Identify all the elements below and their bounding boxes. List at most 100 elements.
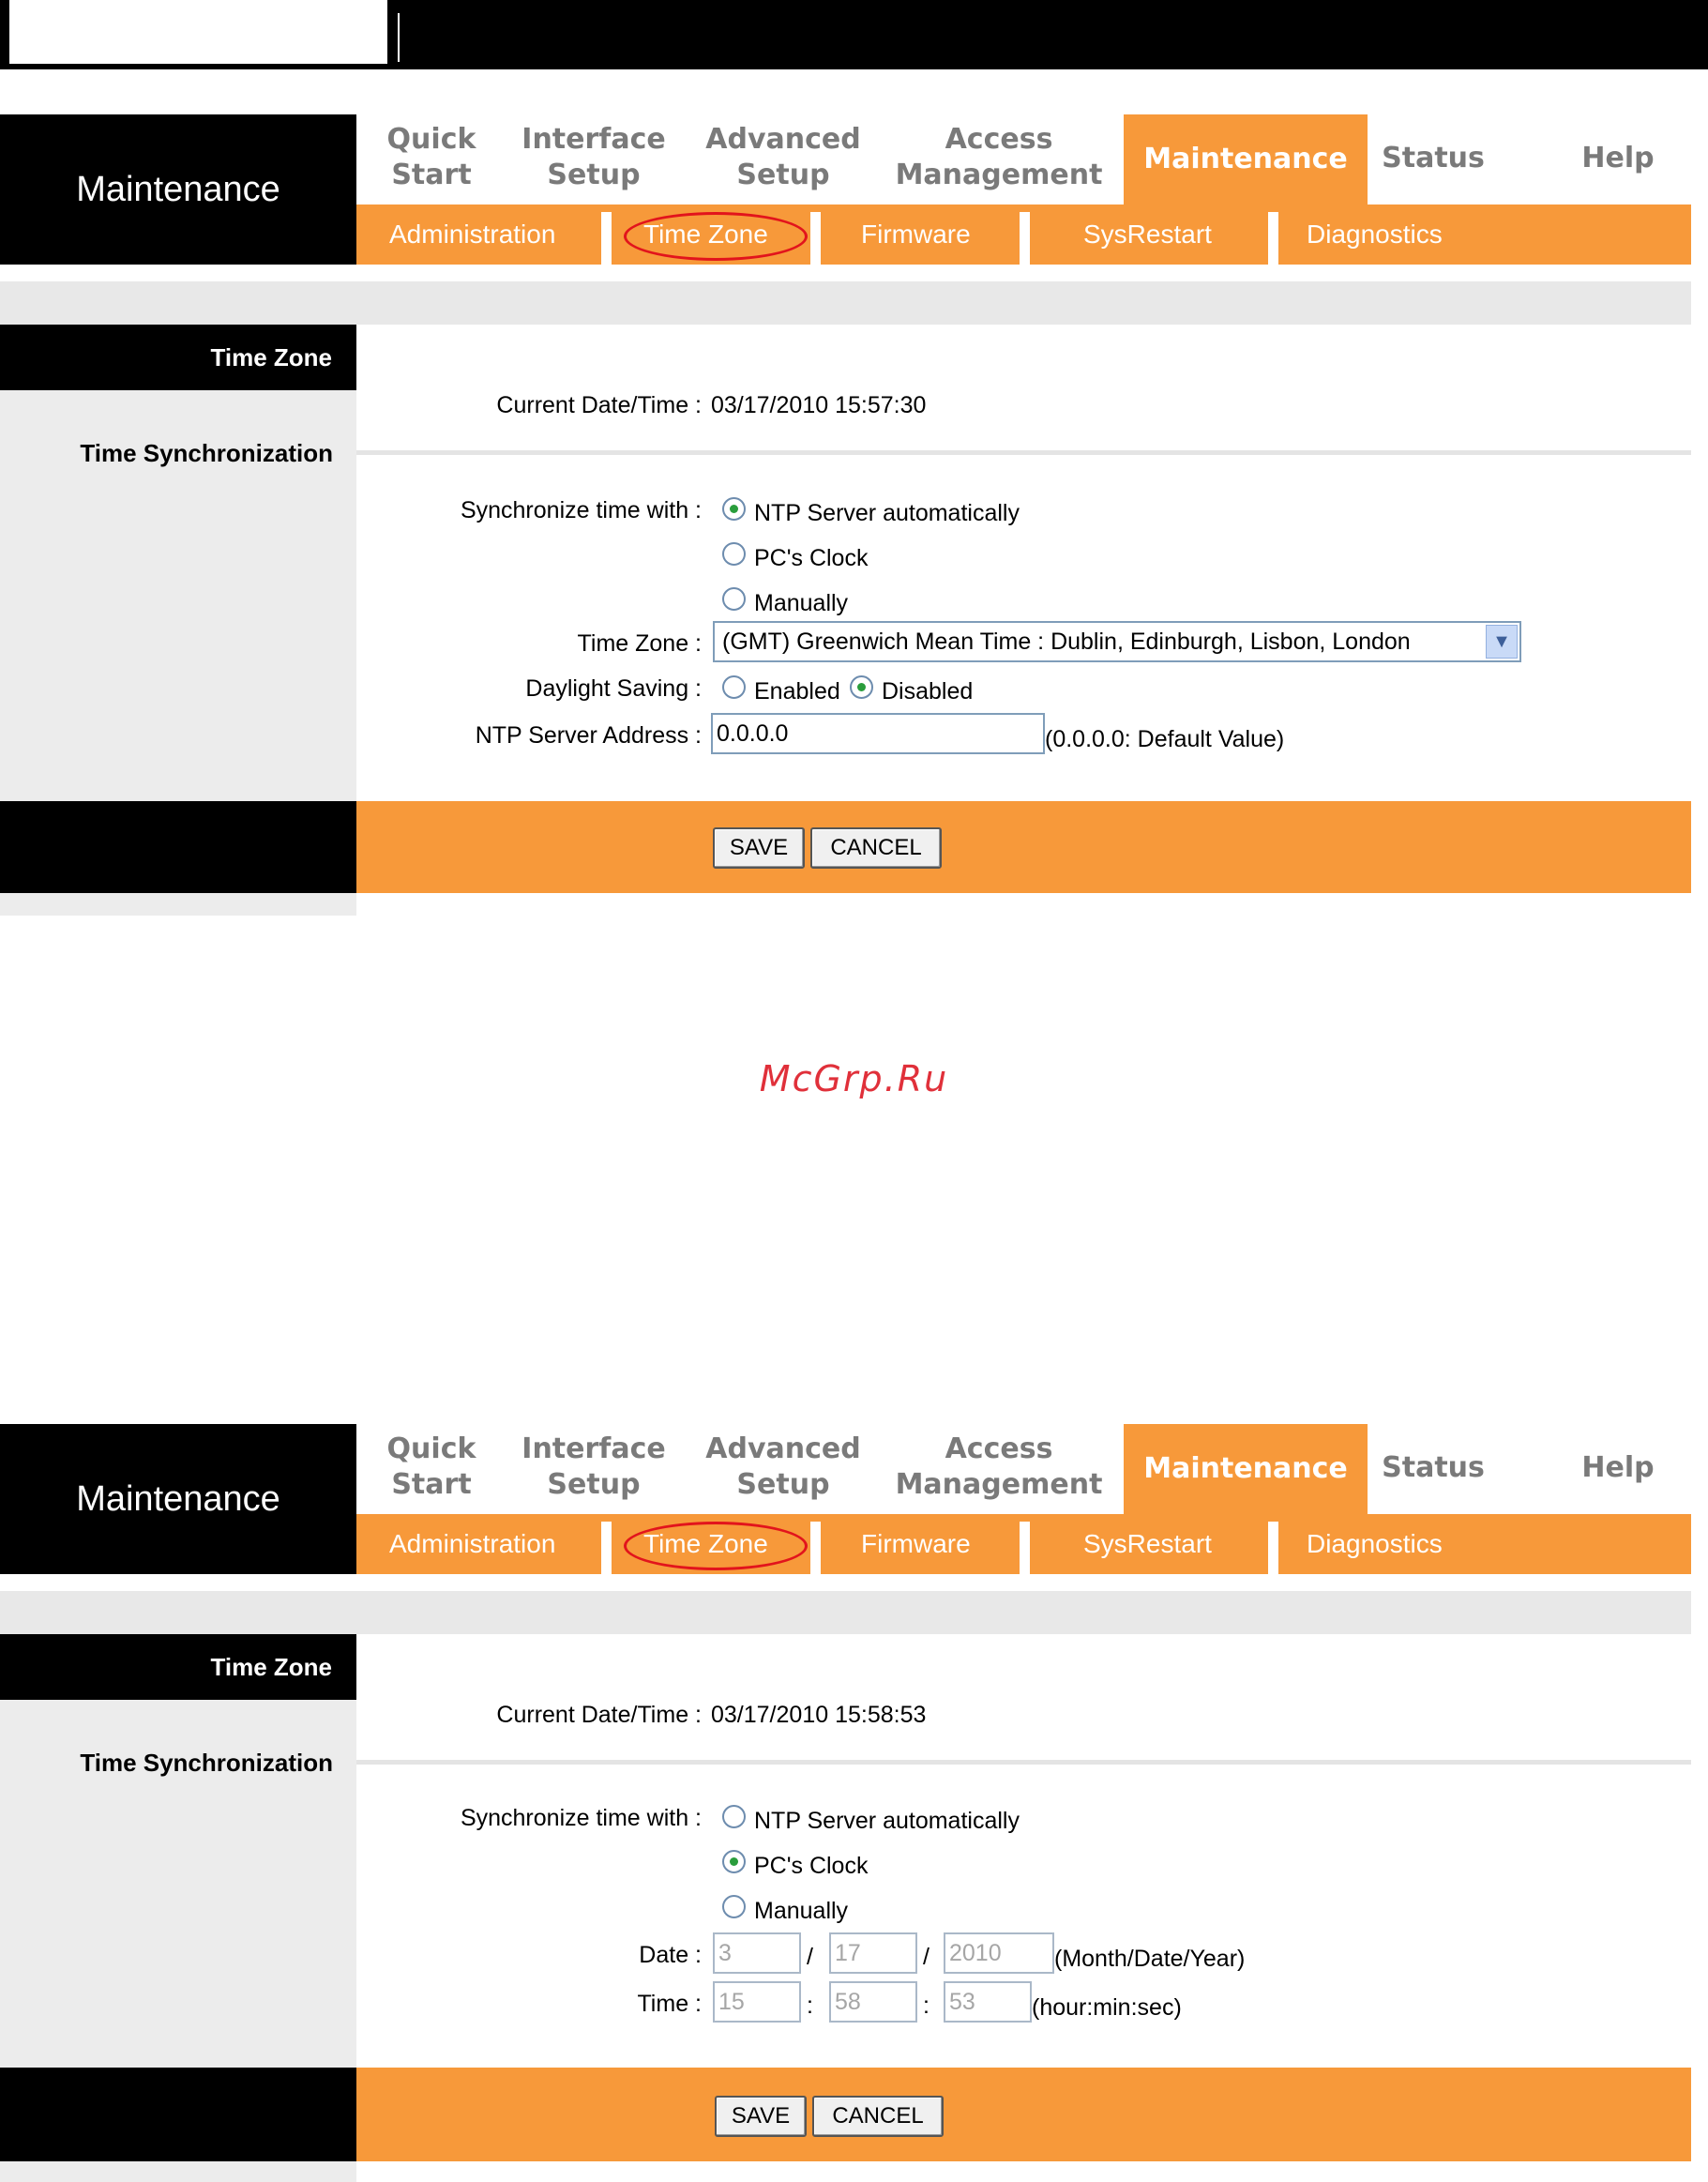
tab-interface-setup[interactable]: Interface Setup [514,122,673,193]
time-hour-input[interactable]: 15 [713,1981,801,2023]
tab-advanced-setup[interactable]: Advanced Setup [694,1432,872,1503]
tab-maintenance[interactable]: Maintenance [1124,114,1368,205]
radio-ntp-label: NTP Server automatically [754,1808,1020,1834]
top-banner-divider [398,13,400,62]
time-min-input[interactable]: 58 [829,1981,917,2023]
subtab-separator [1020,212,1030,265]
sync-label: Synchronize time with : [460,1805,702,1831]
current-datetime-value: 03/17/2010 15:58:53 [711,1702,927,1728]
date-month-input[interactable]: 3 [713,1932,801,1974]
radio-daylight-disabled[interactable] [850,675,873,699]
tab-quick-start[interactable]: Quick Start [356,122,506,193]
radio-pc-clock[interactable] [722,542,746,566]
grey-strip [0,281,1691,325]
radio-pc-clock[interactable] [722,1850,746,1873]
date-separator: / [807,1944,813,1970]
current-datetime-label: Current Date/Time : [496,1702,702,1728]
radio-pc-clock-label: PC's Clock [754,1853,869,1879]
radio-manually[interactable] [722,1895,746,1918]
radio-daylight-enabled[interactable] [722,675,746,699]
divider [356,1760,1691,1765]
subtab-sysrestart[interactable]: SysRestart [1083,205,1212,265]
section-title: Time Zone [0,325,356,390]
footer-black-block [0,801,356,893]
subtab-separator [1020,1522,1030,1574]
subtab-firmware[interactable]: Firmware [861,205,971,265]
subtab-diagnostics[interactable]: Diagnostics [1307,1514,1443,1574]
subtab-separator [601,1522,612,1574]
save-button[interactable]: SAVE [713,827,805,869]
subtab-separator [810,212,821,265]
watermark: McGrp.Ru [759,1058,949,1099]
panel-ntp: Maintenance Quick Start Interface Setup … [0,114,1691,916]
cancel-button[interactable]: CANCEL [812,2096,944,2137]
subtab-administration[interactable]: Administration [389,205,555,265]
tab-advanced-setup[interactable]: Advanced Setup [694,122,872,193]
date-separator: / [923,1944,930,1970]
tab-help[interactable]: Help [1566,141,1670,176]
subtab-diagnostics[interactable]: Diagnostics [1307,205,1443,265]
radio-ntp[interactable] [722,497,746,521]
radio-manually[interactable] [722,587,746,611]
current-datetime-value: 03/17/2010 15:57:30 [711,392,927,418]
subtab-time-zone[interactable]: Time Zone [643,205,768,265]
footer-black-block [0,2068,356,2161]
ntp-address-hint: (0.0.0.0: Default Value) [1045,726,1285,752]
time-separator: : [807,1993,813,2019]
timezone-select-value: (GMT) Greenwich Mean Time : Dublin, Edin… [722,629,1411,655]
footer-bar [356,801,1691,893]
subtab-firmware[interactable]: Firmware [861,1514,971,1574]
ntp-address-label: NTP Server Address : [475,722,702,749]
radio-pc-clock-label: PC's Clock [754,545,869,571]
section-subtitle: Time Synchronization [80,1749,333,1777]
tab-quick-start[interactable]: Quick Start [356,1432,506,1503]
time-format-hint: (hour:min:sec) [1032,1994,1182,2021]
date-label: Date : [639,1942,702,1968]
chevron-down-icon[interactable]: ▼ [1486,625,1518,659]
current-datetime-label: Current Date/Time : [496,392,702,418]
subtab-separator [601,212,612,265]
date-format-hint: (Month/Date/Year) [1054,1946,1246,1972]
radio-ntp[interactable] [722,1805,746,1828]
time-label: Time : [637,1991,702,2017]
subtab-separator [1268,1522,1278,1574]
sync-label: Synchronize time with : [460,497,702,523]
subtab-sysrestart[interactable]: SysRestart [1083,1514,1212,1574]
date-year-input[interactable]: 2010 [944,1932,1054,1974]
panel-pc-clock: Maintenance Quick Start Interface Setup … [0,1424,1691,2182]
section-subtitle: Time Synchronization [80,439,333,467]
grey-strip [0,1591,1691,1634]
tab-help[interactable]: Help [1566,1450,1670,1486]
subtab-administration[interactable]: Administration [389,1514,555,1574]
radio-ntp-label: NTP Server automatically [754,500,1020,526]
time-sec-input[interactable]: 53 [944,1981,1032,2023]
daylight-label: Daylight Saving : [525,675,702,702]
date-day-input[interactable]: 17 [829,1932,917,1974]
save-button[interactable]: SAVE [715,2096,807,2137]
tab-access-management[interactable]: Access Management [891,122,1107,193]
tab-interface-setup[interactable]: Interface Setup [514,1432,673,1503]
subtab-separator [810,1522,821,1574]
tab-status[interactable]: Status [1379,1450,1488,1486]
radio-manually-label: Manually [754,1898,849,1924]
subtab-separator [1268,212,1278,265]
timezone-select[interactable]: (GMT) Greenwich Mean Time : Dublin, Edin… [713,621,1521,662]
timezone-label: Time Zone : [577,630,702,657]
top-banner-logo-area [9,0,387,64]
time-separator: : [923,1993,930,2019]
tab-maintenance[interactable]: Maintenance [1124,1424,1368,1514]
subtab-time-zone[interactable]: Time Zone [643,1514,768,1574]
nav-title: Maintenance [76,1478,280,1519]
radio-manually-label: Manually [754,590,849,616]
radio-daylight-disabled-label: Disabled [882,678,974,705]
tab-status[interactable]: Status [1379,141,1488,176]
nav-title: Maintenance [76,169,280,209]
footer-bar [356,2068,1691,2161]
radio-daylight-enabled-label: Enabled [754,678,840,705]
section-title: Time Zone [0,1634,356,1700]
divider [356,450,1691,455]
ntp-address-input[interactable]: 0.0.0.0 [711,713,1045,754]
top-banner-underline [9,64,387,68]
tab-access-management[interactable]: Access Management [891,1432,1107,1503]
cancel-button[interactable]: CANCEL [810,827,942,869]
